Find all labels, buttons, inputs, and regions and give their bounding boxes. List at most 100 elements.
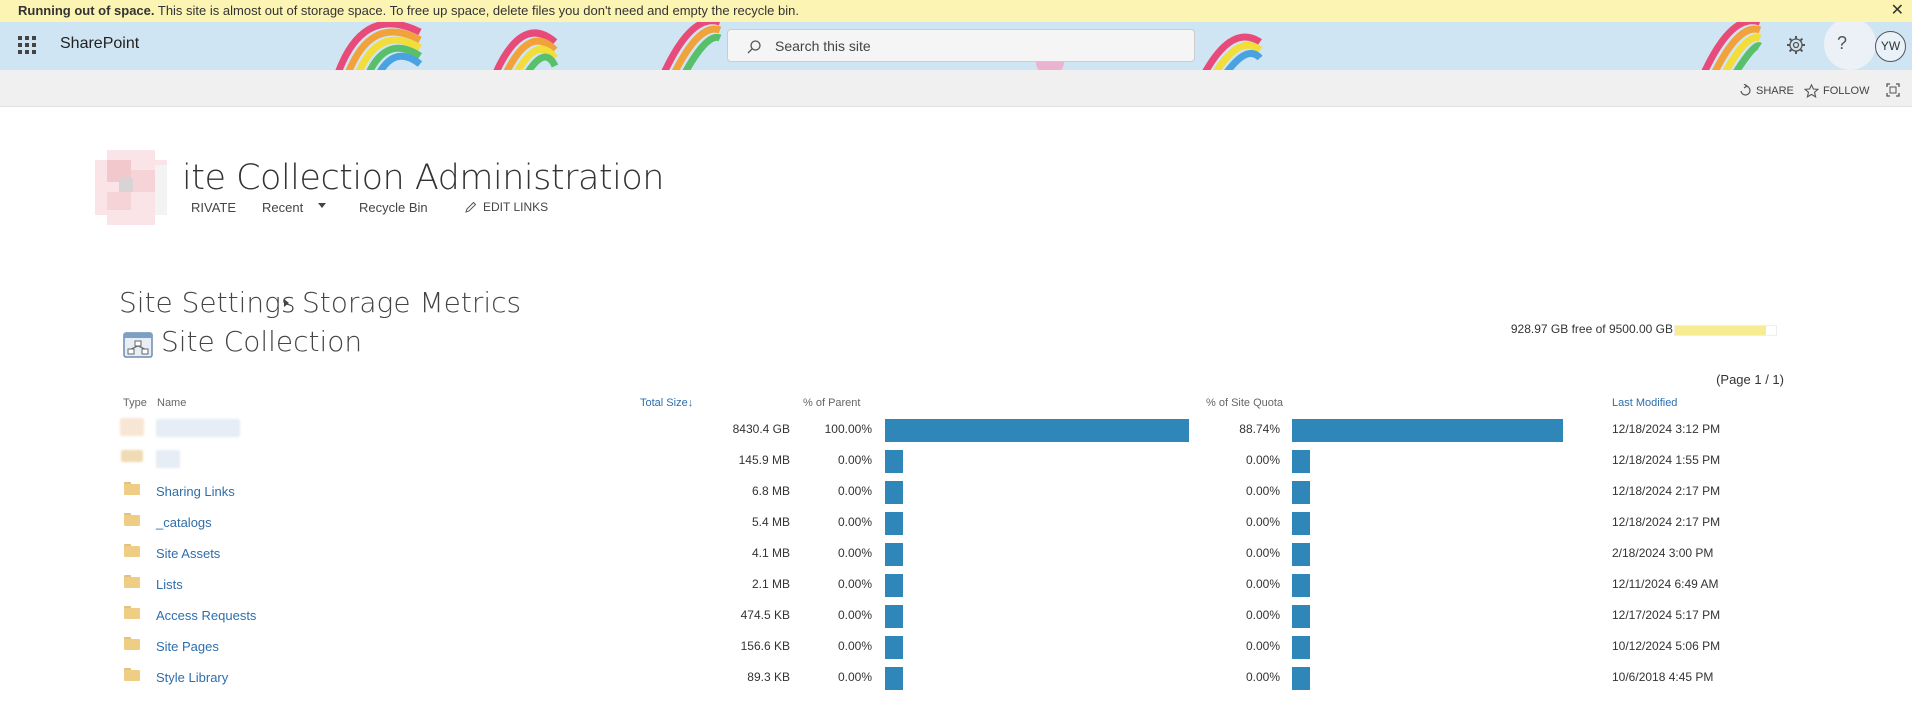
search-placeholder: Search this site bbox=[775, 38, 871, 54]
row-last-modified: 10/6/2018 4:45 PM bbox=[1612, 670, 1714, 684]
row-pct-parent: 0.00% bbox=[837, 515, 872, 529]
star-icon bbox=[1804, 84, 1819, 98]
share-label: SHARE bbox=[1756, 84, 1794, 97]
sort-descending-icon: ↓ bbox=[687, 397, 694, 409]
sharepoint-brand[interactable]: SharePoint bbox=[60, 35, 139, 53]
row-pct-quota: 0.00% bbox=[1245, 608, 1280, 622]
row-pct-quota: 0.00% bbox=[1245, 453, 1280, 467]
row-total-size: 4.1 MB bbox=[751, 546, 790, 560]
share-button[interactable]: SHARE bbox=[1739, 84, 1794, 97]
pct-parent-bar bbox=[885, 543, 903, 566]
row-name-link[interactable]: Site Pages bbox=[156, 639, 219, 654]
pct-quota-bar bbox=[1292, 636, 1310, 659]
search-input[interactable]: Search this site bbox=[727, 29, 1195, 62]
row-pct-parent: 0.00% bbox=[837, 577, 872, 591]
row-last-modified: 12/18/2024 1:55 PM bbox=[1612, 453, 1721, 467]
library-icon bbox=[121, 450, 143, 462]
page-ribbon: SHARE FOLLOW bbox=[0, 70, 1912, 107]
focus-mode-icon[interactable] bbox=[1886, 83, 1900, 97]
section-title: Site Collection bbox=[161, 325, 363, 358]
row-pct-quota: 0.00% bbox=[1245, 670, 1280, 684]
col-header-total-size[interactable]: Total Size↓ bbox=[640, 397, 693, 409]
pct-parent-bar bbox=[885, 512, 903, 535]
folder-icon bbox=[124, 544, 140, 557]
row-pct-quota: 0.00% bbox=[1245, 577, 1280, 591]
pct-quota-bar bbox=[1292, 667, 1310, 690]
table-row: 145.9 MB 0.00% 0.00% 12/18/2024 1:55 PM bbox=[0, 445, 1912, 476]
quota-text: 928.97 GB free of 9500.00 GB bbox=[1510, 322, 1673, 336]
row-total-size: 145.9 MB bbox=[738, 453, 790, 467]
table-row: Site Assets 4.1 MB 0.00% 0.00% 2/18/2024 3:0… bbox=[0, 538, 1912, 569]
chevron-down-icon[interactable] bbox=[318, 203, 326, 208]
folder-icon bbox=[124, 668, 140, 681]
row-name-link[interactable]: Lists bbox=[156, 577, 183, 592]
quota-progress-fill bbox=[1675, 326, 1767, 335]
nav-recycle-bin[interactable]: Recycle Bin bbox=[359, 200, 428, 215]
user-avatar[interactable]: YW bbox=[1875, 31, 1906, 62]
row-name-link[interactable]: Site Assets bbox=[156, 546, 220, 561]
pct-quota-bar bbox=[1292, 605, 1310, 628]
pct-quota-bar bbox=[1292, 512, 1310, 535]
table-row: Access Requests 474.5 KB 0.00% 0.00% 12/17/2… bbox=[0, 600, 1912, 631]
quota-progress-bar bbox=[1674, 325, 1777, 336]
nav-recent[interactable]: Recent bbox=[262, 200, 303, 215]
col-header-type: Type bbox=[123, 397, 147, 409]
row-total-size: 6.8 MB bbox=[751, 484, 790, 498]
row-last-modified: 2/18/2024 3:00 PM bbox=[1612, 546, 1714, 560]
close-icon[interactable]: ✕ bbox=[1891, 0, 1904, 22]
banner-message: This site is almost out of storage space… bbox=[154, 3, 799, 18]
edit-links-button[interactable]: EDIT LINKS bbox=[465, 200, 548, 214]
row-name-link[interactable]: Style Library bbox=[156, 670, 228, 685]
breadcrumb-site-settings[interactable]: Site Settings bbox=[119, 286, 296, 319]
pct-parent-bar bbox=[885, 481, 903, 504]
edit-links-label: EDIT LINKS bbox=[483, 200, 549, 214]
row-pct-quota: 0.00% bbox=[1245, 515, 1280, 529]
help-icon[interactable]: ? bbox=[1837, 33, 1847, 54]
pct-quota-bar bbox=[1292, 574, 1310, 597]
pct-quota-bar bbox=[1292, 450, 1310, 473]
row-last-modified: 12/18/2024 3:12 PM bbox=[1612, 422, 1721, 436]
breadcrumb-storage-metrics: Storage Metrics bbox=[302, 286, 522, 319]
pct-parent-bar bbox=[885, 636, 903, 659]
folder-icon bbox=[124, 513, 140, 526]
banner-title: Running out of space. bbox=[18, 3, 155, 18]
suite-bar: SharePoint Search this site ? YW bbox=[0, 22, 1912, 70]
row-pct-parent: 0.00% bbox=[837, 484, 872, 498]
table-row: Site Pages 156.6 KB 0.00% 0.00% 10/12/2024 5… bbox=[0, 631, 1912, 662]
pct-quota-bar bbox=[1292, 543, 1310, 566]
row-total-size: 156.6 KB bbox=[740, 639, 790, 653]
site-title[interactable]: ite Collection Administration bbox=[182, 158, 664, 198]
row-pct-parent: 0.00% bbox=[837, 639, 872, 653]
row-total-size: 5.4 MB bbox=[751, 515, 790, 529]
row-name-link[interactable]: Sharing Links bbox=[156, 484, 235, 499]
row-pct-parent: 0.00% bbox=[837, 453, 872, 467]
row-name-link[interactable]: _catalogs bbox=[156, 515, 212, 530]
row-name-link[interactable]: Access Requests bbox=[156, 608, 256, 623]
row-pct-quota: 0.00% bbox=[1245, 484, 1280, 498]
col-header-last-modified[interactable]: Last Modified bbox=[1612, 397, 1677, 409]
row-pct-quota: 0.00% bbox=[1245, 639, 1280, 653]
row-total-size: 8430.4 GB bbox=[732, 422, 790, 436]
row-last-modified: 12/18/2024 2:17 PM bbox=[1612, 515, 1721, 529]
row-last-modified: 12/18/2024 2:17 PM bbox=[1612, 484, 1721, 498]
table-row: Style Library 89.3 KB 0.00% 0.00% 10/6/2018 … bbox=[0, 662, 1912, 693]
row-pct-parent: 0.00% bbox=[837, 608, 872, 622]
pct-quota-bar bbox=[1292, 419, 1563, 442]
redacted-name[interactable] bbox=[156, 450, 180, 468]
row-last-modified: 10/12/2024 5:06 PM bbox=[1612, 639, 1721, 653]
row-total-size: 2.1 MB bbox=[751, 577, 790, 591]
app-launcher-icon[interactable] bbox=[18, 36, 36, 54]
nav-private[interactable]: RIVATE bbox=[191, 200, 236, 215]
row-total-size: 89.3 KB bbox=[747, 670, 790, 684]
gear-icon[interactable] bbox=[1786, 35, 1806, 55]
pct-parent-bar bbox=[885, 419, 1189, 442]
redacted-name[interactable] bbox=[156, 419, 240, 437]
site-logo bbox=[95, 150, 167, 225]
row-last-modified: 12/11/2024 6:49 AM bbox=[1612, 577, 1719, 591]
row-pct-parent: 100.00% bbox=[824, 422, 872, 436]
follow-button[interactable]: FOLLOW bbox=[1804, 84, 1869, 98]
share-icon bbox=[1740, 84, 1751, 96]
row-pct-parent: 0.00% bbox=[837, 670, 872, 684]
row-last-modified: 12/17/2024 5:17 PM bbox=[1612, 608, 1721, 622]
col-header-name[interactable]: Name bbox=[157, 397, 186, 409]
